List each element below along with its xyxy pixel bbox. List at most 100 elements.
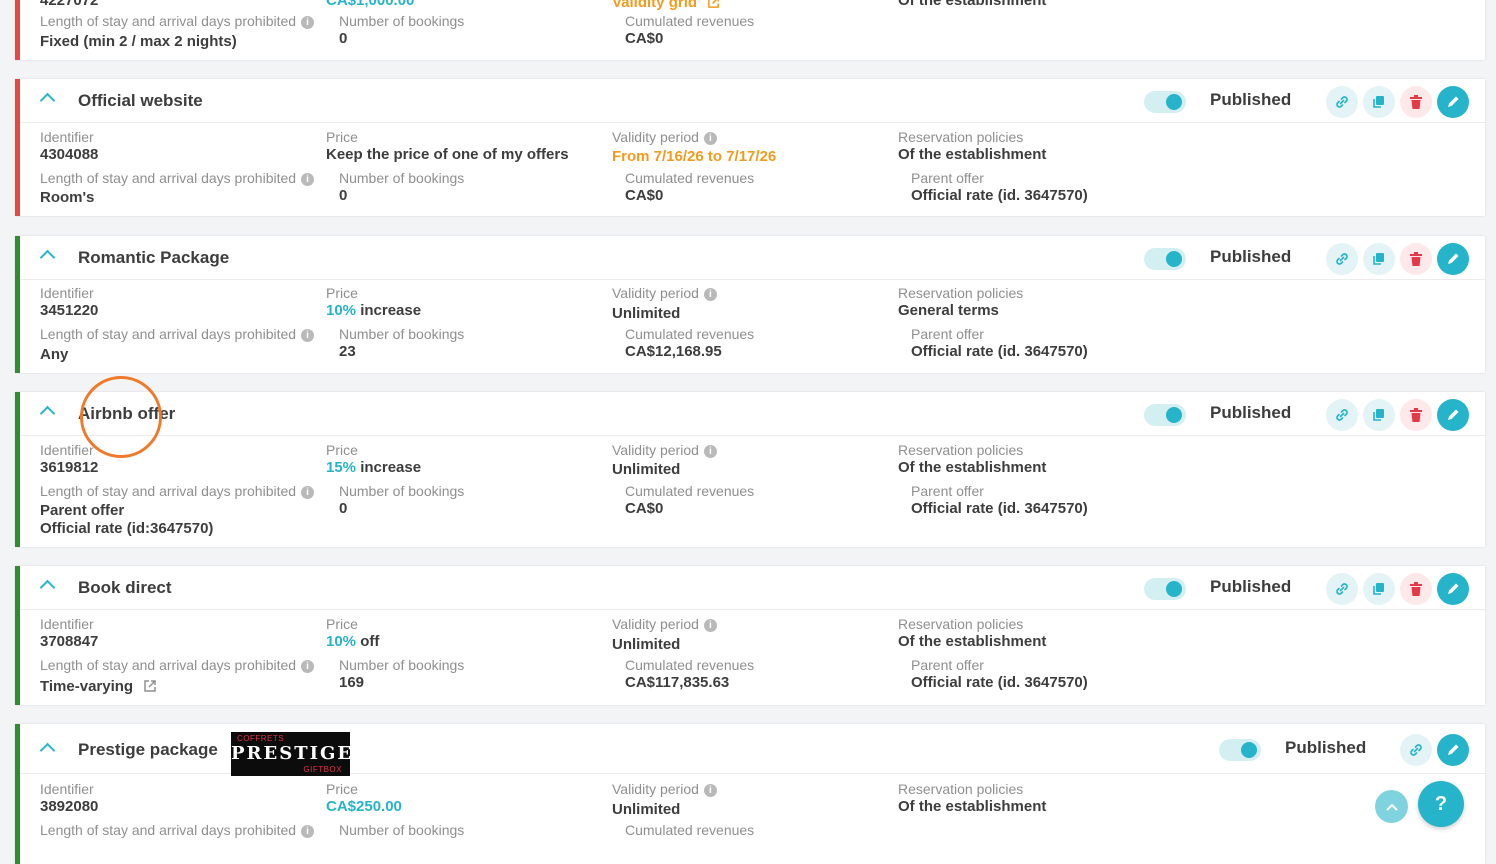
publish-toggle[interactable]: [1219, 739, 1261, 761]
bookings-value: 0: [339, 30, 348, 47]
validity-label: Validity period i: [612, 781, 717, 797]
price-label: Price: [326, 129, 358, 145]
stay-value: Parent offer: [40, 502, 125, 519]
chevron-up-icon[interactable]: [39, 742, 56, 759]
offers-list: 4227072 CA$1,000.00 Validity grid Of the…: [0, 0, 1496, 864]
info-icon[interactable]: i: [703, 619, 717, 632]
bookings-value: 169: [339, 674, 365, 691]
info-icon[interactable]: i: [703, 784, 717, 797]
edit-button[interactable]: [1437, 734, 1469, 766]
publish-toggle[interactable]: [1144, 578, 1186, 600]
stay-label: Length of stay and arrival days prohibit…: [40, 326, 315, 342]
policies-label: Reservation policies: [898, 285, 1024, 301]
price-value: 15% increase: [326, 459, 422, 476]
link-button[interactable]: [1326, 573, 1358, 605]
edit-button[interactable]: [1437, 399, 1469, 431]
validity-label: Validity period i: [612, 442, 717, 458]
price-percent: 15%: [326, 459, 357, 476]
identifier-value: 3708847: [40, 633, 99, 650]
publish-toggle[interactable]: [1144, 404, 1186, 426]
stay-label: Length of stay and arrival days prohibit…: [40, 170, 315, 186]
revenues-value: CA$0: [625, 30, 664, 47]
publish-toggle[interactable]: [1144, 91, 1186, 113]
pencil-icon: [1448, 744, 1459, 755]
offer-title[interactable]: Official website: [78, 91, 203, 111]
info-icon[interactable]: i: [703, 288, 717, 301]
revenues-label: Cumulated revenues: [625, 326, 755, 342]
status-label: Published: [1210, 403, 1292, 422]
revenues-label: Cumulated revenues: [625, 822, 755, 838]
delete-button[interactable]: [1400, 573, 1432, 605]
status-label: Published: [1210, 577, 1292, 596]
pencil-icon: [1448, 253, 1459, 264]
validity-value[interactable]: Validity grid: [612, 0, 720, 11]
policy-value: Of the establishment: [898, 0, 1047, 9]
duplicate-button[interactable]: [1363, 399, 1395, 431]
link-button[interactable]: [1326, 399, 1358, 431]
revenues-label: Cumulated revenues: [625, 13, 755, 29]
duplicate-button[interactable]: [1363, 86, 1395, 118]
offer-card-header: Prestige package COFFRETS PRESTIGE GIFTB…: [20, 724, 1485, 776]
duplicate-button[interactable]: [1363, 573, 1395, 605]
stay-value[interactable]: Time-varying: [40, 678, 157, 695]
price-label: Price: [326, 616, 358, 632]
stay-label: Length of stay and arrival days prohibit…: [40, 657, 315, 673]
identifier-label: Identifier: [40, 781, 94, 797]
policy-value: General terms: [898, 302, 999, 319]
edit-button[interactable]: [1437, 86, 1469, 118]
validity-value: From 7/16/26 to 7/17/26: [612, 148, 777, 165]
link-button[interactable]: [1400, 734, 1432, 766]
trash-icon: [1410, 95, 1422, 109]
trash-icon: [1410, 408, 1422, 422]
info-icon[interactable]: i: [301, 173, 315, 186]
price-value: 10% off: [326, 633, 380, 650]
parent-value: Official rate (id. 3647570): [911, 674, 1088, 691]
pencil-icon: [1448, 409, 1459, 420]
info-icon[interactable]: i: [703, 132, 717, 145]
offer-title[interactable]: Book direct: [78, 578, 172, 598]
price-percent: 10%: [326, 302, 357, 319]
revenues-value: CA$0: [625, 187, 664, 204]
policies-label: Reservation policies: [898, 616, 1024, 632]
chevron-up-icon[interactable]: [39, 579, 56, 596]
duplicate-button[interactable]: [1363, 243, 1395, 275]
delete-button[interactable]: [1400, 399, 1432, 431]
pencil-icon: [1448, 583, 1459, 594]
delete-button[interactable]: [1400, 86, 1432, 118]
delete-button[interactable]: [1400, 243, 1432, 275]
offer-title[interactable]: Romantic Package: [78, 248, 229, 268]
chevron-up-icon[interactable]: [39, 249, 56, 266]
link-icon: [1410, 744, 1422, 756]
identifier-value: 4227072: [40, 0, 99, 9]
validity-value: Unlimited: [612, 461, 681, 478]
info-icon[interactable]: i: [301, 486, 315, 499]
stay-value: Fixed (min 2 / max 2 nights): [40, 33, 237, 50]
trash-icon: [1410, 582, 1422, 596]
chevron-up-icon[interactable]: [39, 405, 56, 422]
link-icon: [1336, 409, 1348, 421]
bookings-value: 23: [339, 343, 356, 360]
info-icon[interactable]: i: [301, 660, 315, 673]
help-button[interactable]: ?: [1418, 781, 1464, 827]
info-icon[interactable]: i: [301, 329, 315, 342]
edit-button[interactable]: [1437, 243, 1469, 275]
price-label: Price: [326, 781, 358, 797]
link-button[interactable]: [1326, 86, 1358, 118]
info-icon[interactable]: i: [301, 16, 315, 29]
link-button[interactable]: [1326, 243, 1358, 275]
publish-toggle[interactable]: [1144, 248, 1186, 270]
offer-title[interactable]: Prestige package: [78, 740, 218, 760]
identifier-value: 3892080: [40, 798, 99, 815]
scroll-to-top-button[interactable]: [1375, 790, 1408, 823]
bookings-label: Number of bookings: [339, 657, 465, 673]
identifier-value: 3451220: [40, 302, 99, 319]
stay-label: Length of stay and arrival days prohibit…: [40, 483, 315, 499]
edit-button[interactable]: [1437, 573, 1469, 605]
revenues-value: CA$12,168.95: [625, 343, 722, 360]
info-icon[interactable]: i: [301, 825, 315, 838]
chevron-up-icon[interactable]: [39, 92, 56, 109]
stay-value-line2: Official rate (id:3647570): [40, 520, 214, 537]
external-link-icon: [708, 0, 720, 8]
revenues-label: Cumulated revenues: [625, 483, 755, 499]
info-icon[interactable]: i: [703, 445, 717, 458]
